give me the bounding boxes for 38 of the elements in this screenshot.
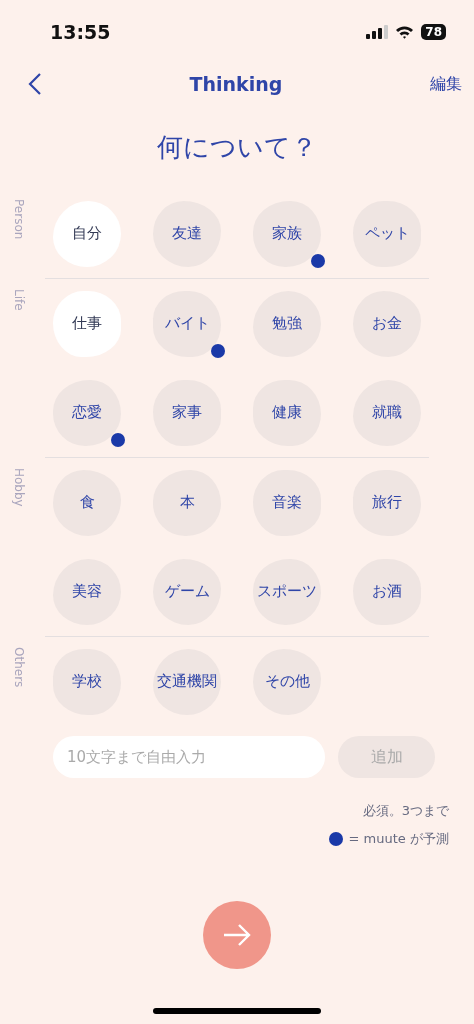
topic-chip[interactable]: 仕事 xyxy=(53,290,121,357)
topic-chip[interactable]: 本 xyxy=(153,469,221,536)
edit-button[interactable]: 編集 xyxy=(430,73,462,95)
topic-chip[interactable]: その他 xyxy=(253,648,321,715)
topic-chip[interactable]: お金 xyxy=(353,290,421,357)
legend-dot xyxy=(328,832,343,846)
signal-icon xyxy=(366,25,389,39)
chevron-left-icon xyxy=(28,72,42,96)
question-heading: 何について？ xyxy=(156,131,318,164)
section-label: Hobby xyxy=(11,468,26,507)
topic-chip[interactable]: ペット xyxy=(353,200,421,267)
topic-chip[interactable]: 健康 xyxy=(253,379,321,446)
topic-chip[interactable]: 交通機関 xyxy=(153,648,221,715)
topic-chip[interactable]: 食 xyxy=(53,469,121,536)
topic-chip[interactable]: 勉強 xyxy=(253,290,321,357)
topic-chip[interactable]: 就職 xyxy=(353,379,421,446)
topic-chip[interactable]: 自分 xyxy=(53,200,121,267)
section-label: Others xyxy=(11,647,26,688)
topic-chip[interactable]: 音楽 xyxy=(253,469,321,536)
topic-chip[interactable]: 学校 xyxy=(53,648,121,715)
free-input-field[interactable]: 10文字まで自由入力 xyxy=(53,736,325,778)
screen-title: Thinking xyxy=(189,73,283,95)
arrow-right-icon xyxy=(222,923,252,947)
requirement-note: 必須。3つまで xyxy=(362,802,449,820)
wifi-icon xyxy=(395,25,415,39)
topic-chip[interactable]: 旅行 xyxy=(353,469,421,536)
status-time: 13:55 xyxy=(50,21,111,43)
topic-chip[interactable]: 友達 xyxy=(153,200,221,267)
topic-chip[interactable]: お酒 xyxy=(353,558,421,625)
back-button[interactable] xyxy=(28,72,42,96)
topic-chip[interactable]: 家事 xyxy=(153,379,221,446)
section-label: Person xyxy=(11,199,26,240)
topic-chip[interactable]: 美容 xyxy=(53,558,121,625)
topic-chip[interactable]: スポーツ xyxy=(253,558,321,625)
legend-text: = muute が予測 xyxy=(348,830,449,848)
topic-chip[interactable]: ゲーム xyxy=(153,558,221,625)
section-label: Life xyxy=(11,289,26,311)
battery-level: 78 xyxy=(421,24,446,40)
